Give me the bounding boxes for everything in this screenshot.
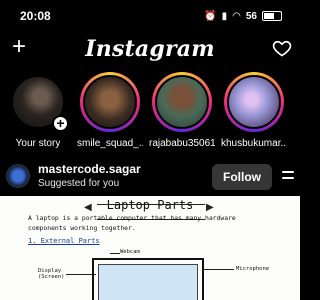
note-heading: 1. External Parts (28, 237, 100, 245)
post-suggestion: Suggested for you (38, 178, 120, 189)
app-header: + Instagram (0, 32, 300, 66)
label-webcam: Webcam (120, 249, 140, 255)
post-username[interactable]: mastercode.sagar (38, 162, 141, 176)
story-name: rajababu35061 (149, 138, 215, 149)
story-item[interactable]: rajababu35061 (149, 72, 215, 156)
laptop-drawing (92, 258, 204, 300)
laptop-display (98, 264, 198, 300)
battery-level: 56 (245, 10, 257, 22)
story-name: khusbukumar... (221, 138, 287, 149)
alarm-icon: ⏰ (204, 10, 217, 22)
avatar (155, 75, 209, 129)
status-icons: ⏰ ▮ ◠ 56 (204, 11, 282, 22)
story-ring (224, 72, 284, 132)
network-icon: ▮ (221, 10, 228, 22)
wifi-icon: ◠ (232, 10, 241, 22)
post-header: mastercode.sagar Suggested for you Follo… (0, 160, 300, 196)
stories-tray: + Your story smile_squad_... rajababu350… (0, 72, 300, 156)
note-intro: A laptop is a portable computer that has… (28, 214, 236, 232)
app-title: Instagram (85, 36, 215, 62)
story-name: Your story (15, 138, 61, 149)
post-image[interactable]: ◀ ▶ Laptop Parts A laptop is a portable … (0, 196, 300, 300)
story-ring: + (8, 72, 69, 132)
avatar (83, 75, 137, 129)
leader-line (204, 269, 234, 270)
avatar (227, 75, 281, 129)
story-your-story[interactable]: + Your story (7, 72, 69, 156)
story-item[interactable]: khusbukumar... (221, 72, 287, 156)
more-options-icon[interactable] (282, 171, 294, 181)
story-ring (80, 72, 140, 132)
note-title: Laptop Parts (106, 198, 194, 212)
add-story-icon[interactable]: + (52, 115, 69, 132)
leader-line (110, 253, 120, 254)
status-bar: 20:08 ⏰ ▮ ◠ 56 (0, 0, 300, 32)
post-avatar[interactable] (6, 164, 30, 188)
story-ring (152, 72, 212, 132)
status-time: 20:08 (20, 9, 51, 23)
heart-icon[interactable] (272, 38, 292, 58)
story-name: smile_squad_... (77, 138, 143, 149)
follow-button[interactable]: Follow (212, 164, 272, 190)
label-microphone: Microphone (236, 266, 270, 272)
story-item[interactable]: smile_squad_... (77, 72, 143, 156)
battery-icon (262, 11, 282, 21)
